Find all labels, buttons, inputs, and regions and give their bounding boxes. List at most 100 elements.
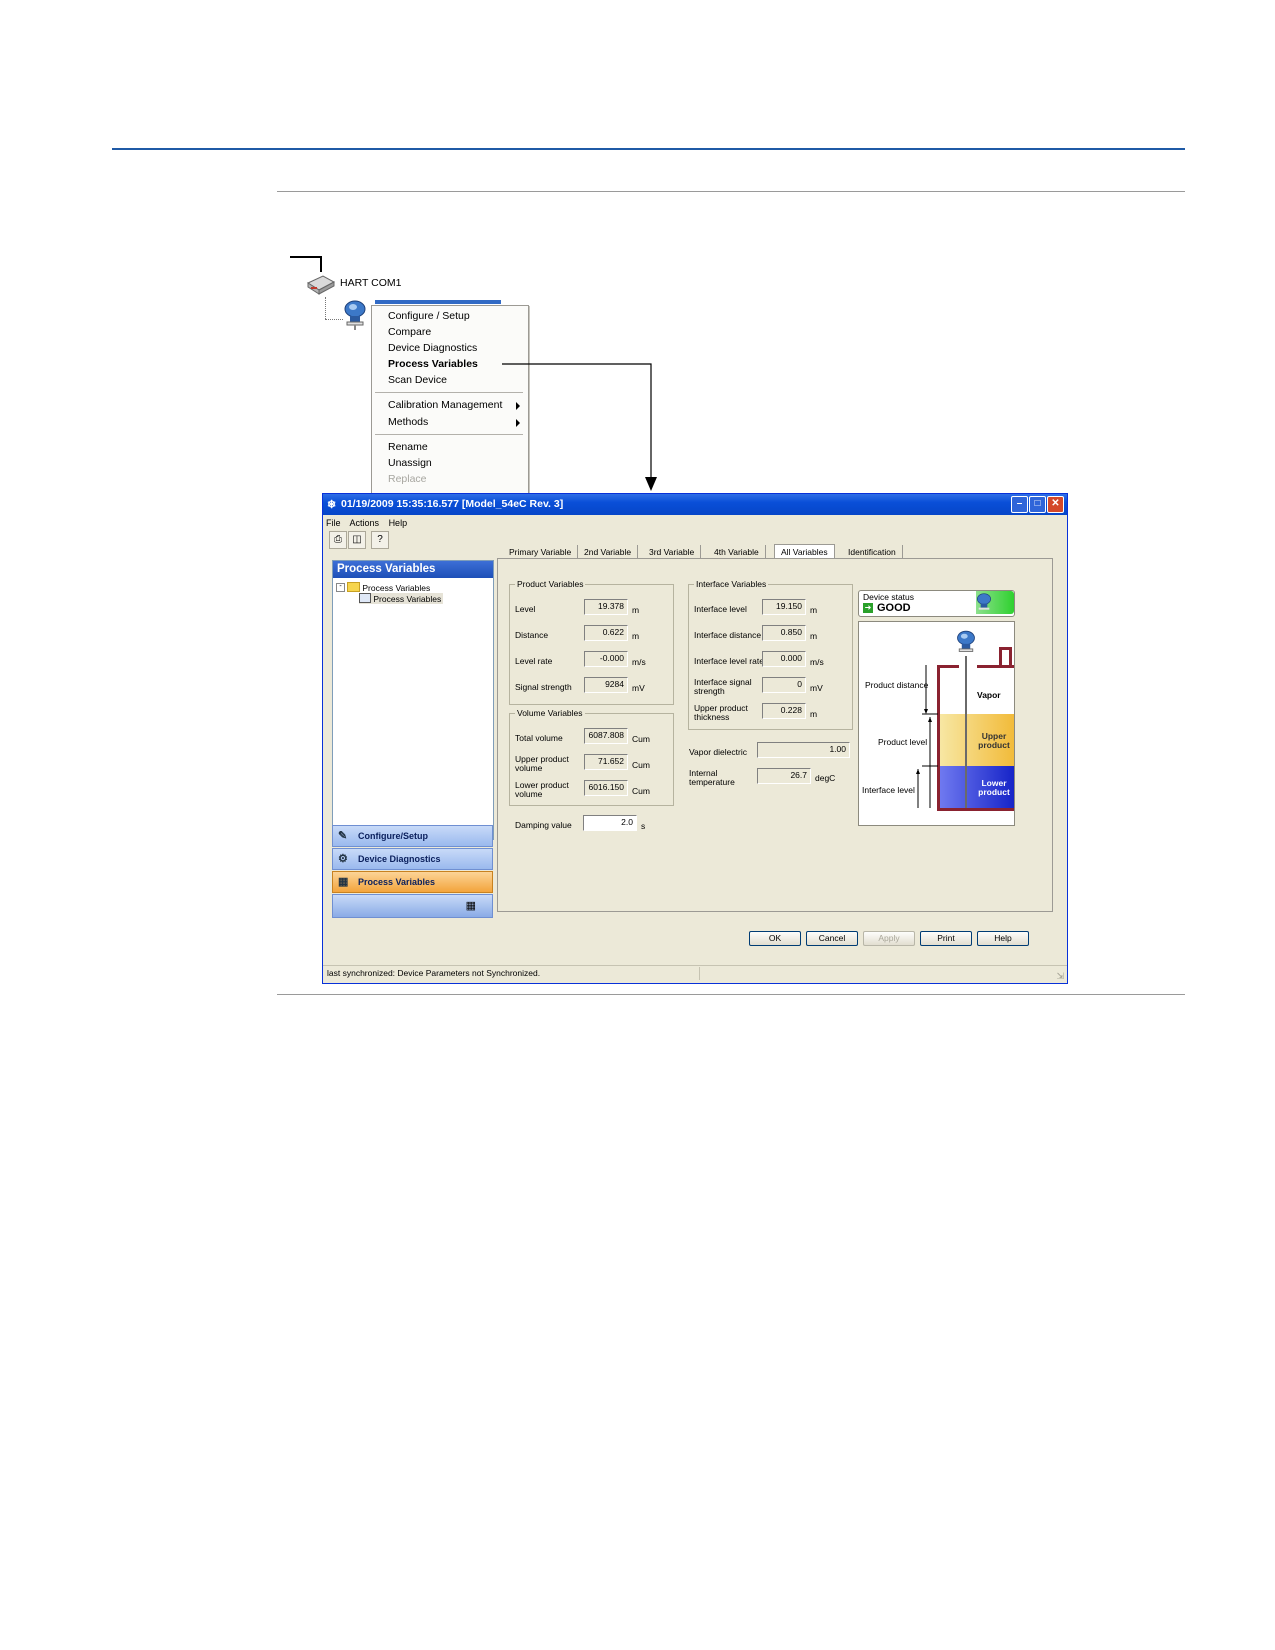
menu-item-methods[interactable]: Methods <box>388 416 428 428</box>
menu-item-unassign[interactable]: Unassign <box>388 457 432 469</box>
level-rate-label: Level rate <box>515 656 553 666</box>
toolbar: ⎙ ◫? <box>329 531 390 549</box>
minimize-button[interactable]: – <box>1011 496 1028 513</box>
hart-com-label[interactable]: HART COM1 <box>340 277 401 289</box>
window-title: 01/19/2009 15:35:16.577 [Model_54eC Rev.… <box>341 498 564 510</box>
header-rule <box>112 148 1185 150</box>
ok-button[interactable]: OK <box>749 931 801 946</box>
tank-nozzle-left <box>999 647 1002 667</box>
menu-item-process-variables[interactable]: Process Variables <box>388 358 478 370</box>
device-status-value: GOOD <box>877 602 911 614</box>
window-titlebar[interactable]: ❄ 01/19/2009 15:35:16.577 [Model_54eC Re… <box>323 494 1067 515</box>
arrow-right-icon: ➜ <box>863 603 873 613</box>
cancel-button[interactable]: Cancel <box>806 931 858 946</box>
distance-unit: m <box>632 631 640 641</box>
level-rate-value: -0.000 <box>584 651 628 667</box>
figure-top-rule <box>277 191 1185 192</box>
app-icon: ❄ <box>327 499 337 511</box>
help-button[interactable]: Help <box>977 931 1029 946</box>
nav-device-diagnostics[interactable]: ⚙ Device Diagnostics <box>332 848 493 870</box>
tree-child-label: Process Variables <box>373 594 442 604</box>
interface-distance-value: 0.850 <box>762 625 806 641</box>
tab-identification[interactable]: Identification <box>842 545 903 559</box>
tab-primary-variable[interactable]: Primary Variable <box>503 545 579 559</box>
tab-2nd-variable[interactable]: 2nd Variable <box>578 545 639 559</box>
hart-modem-icon[interactable] <box>305 273 336 295</box>
apply-button[interactable]: Apply <box>863 931 915 946</box>
interface-level-rate-label: Interface level rate <box>694 656 764 666</box>
group-title: Product Variables <box>515 579 586 589</box>
radar-device-icon[interactable] <box>342 300 368 330</box>
context-help-icon[interactable]: ? <box>371 531 389 549</box>
device-status-box: Device status ➜ GOOD <box>858 590 1015 617</box>
print-button[interactable]: Print <box>920 931 972 946</box>
damping-label: Damping value <box>515 820 572 830</box>
interface-signal-strength-label: Interface signal strength <box>694 677 752 696</box>
interface-variables-group: Interface Variables Interface level 19.1… <box>688 579 853 730</box>
nav-configure-setup[interactable]: ✎ Configure/Setup <box>332 825 493 847</box>
resize-grip-icon[interactable]: ⇲ <box>1056 969 1064 984</box>
tree-root-node[interactable]: Process Variables <box>347 582 430 593</box>
product-distance-label: Product distance <box>865 680 929 690</box>
upper-product-thickness-unit: m <box>810 709 818 719</box>
upper-product-volume-value: 71.652 <box>584 754 628 770</box>
menu-item-rename[interactable]: Rename <box>388 441 428 453</box>
total-volume-label: Total volume <box>515 733 563 743</box>
print-icon[interactable]: ⎙ <box>329 531 347 549</box>
configure-icon: ✎ <box>338 830 348 842</box>
upper-product-thickness-value: 0.228 <box>762 703 806 719</box>
menu-item-configure-setup[interactable]: Configure / Setup <box>388 310 470 322</box>
tab-4th-variable[interactable]: 4th Variable <box>708 545 766 559</box>
folder-icon <box>347 582 360 592</box>
interface-level-label: Interface level <box>694 604 747 614</box>
menu-item-scan-device[interactable]: Scan Device <box>388 374 447 386</box>
selected-device-highlight <box>375 300 501 304</box>
menu-item-calibration-management[interactable]: Calibration Management <box>388 399 502 411</box>
interface-level-rate-unit: m/s <box>810 657 824 667</box>
tree-connector-vertical <box>320 256 322 272</box>
tab-3rd-variable[interactable]: 3rd Variable <box>643 545 702 559</box>
menu-item-device-diagnostics[interactable]: Device Diagnostics <box>388 342 477 354</box>
upper-product-label: Upper product <box>978 731 1010 750</box>
total-volume-unit: Cum <box>632 734 650 744</box>
maximize-button[interactable]: □ <box>1029 496 1046 513</box>
tree-root-label: Process Variables <box>362 583 431 593</box>
nav-diagnostics-label: Device Diagnostics <box>358 854 441 864</box>
probe-rod <box>965 656 967 808</box>
nav-options-icon[interactable]: ▦ <box>466 899 476 912</box>
nav-process-variables[interactable]: ▦ Process Variables <box>332 871 493 893</box>
tree-child-node[interactable]: Process Variables <box>359 593 444 604</box>
tank-diagram: Vapor Upper product Lower product Produc… <box>858 621 1015 826</box>
status-text: last synchronized: Device Parameters not… <box>327 968 541 978</box>
menu-item-compare[interactable]: Compare <box>388 326 431 338</box>
status-divider <box>699 967 700 980</box>
interface-signal-strength-unit: mV <box>810 683 823 693</box>
upper-product-volume-label: Upper product volume <box>515 754 569 773</box>
interface-distance-label: Interface distance <box>694 630 762 640</box>
collapse-icon[interactable]: - <box>336 583 345 592</box>
vapor-dielectric-value: 1.00 <box>757 742 850 758</box>
radar-transmitter-icon <box>955 630 977 656</box>
tree-connector <box>290 256 321 258</box>
internal-temperature-value: 26.7 <box>757 768 811 784</box>
tank-nozzle-right <box>1009 647 1012 667</box>
menu-help[interactable]: Help <box>389 518 408 528</box>
level-unit: m <box>632 605 640 615</box>
menu-file[interactable]: File <box>326 518 341 528</box>
level-rate-unit: m/s <box>632 657 646 667</box>
internal-temperature-label: Internal temperature <box>689 768 735 787</box>
menu-actions[interactable]: Actions <box>350 518 380 528</box>
product-variables-group: Product Variables Level 19.378 m Distanc… <box>509 579 674 705</box>
upper-product-thickness-label: Upper product thickness <box>694 703 748 722</box>
tree-dotted-branch <box>325 319 343 320</box>
print-preview-icon[interactable]: ◫ <box>348 531 366 549</box>
process-variables-icon: ▦ <box>338 876 349 888</box>
radar-device-icon <box>974 593 994 613</box>
callout-arrow <box>502 363 657 491</box>
internal-temperature-unit: degC <box>815 773 836 783</box>
signal-strength-value: 9284 <box>584 677 628 693</box>
menu-bar: File Actions Help <box>326 518 414 528</box>
close-button[interactable]: ✕ <box>1047 496 1064 513</box>
signal-strength-unit: mV <box>632 683 645 693</box>
damping-input[interactable]: 2.0 <box>583 815 637 831</box>
